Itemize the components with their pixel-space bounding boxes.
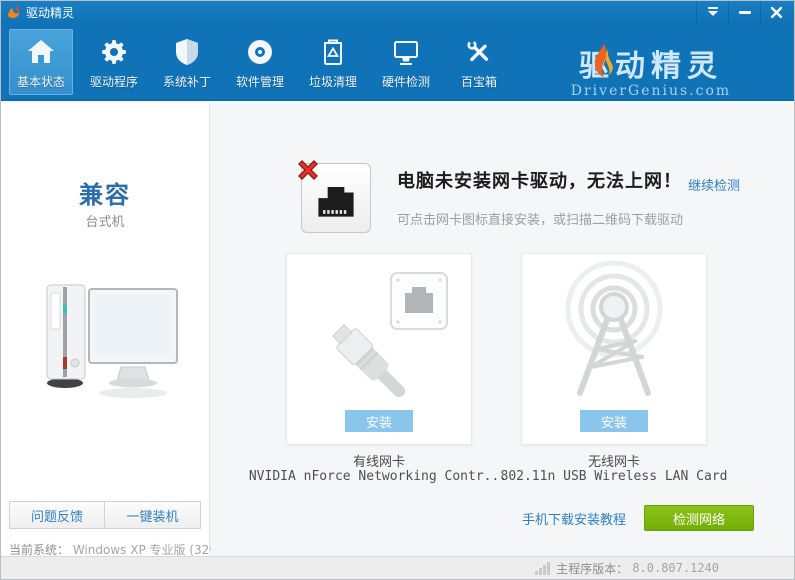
window-title: 驱动精灵 (26, 4, 74, 21)
compat-status: 兼容 (1, 175, 209, 210)
wireless-card-device: 802.11n USB Wireless LAN Card (461, 469, 767, 484)
statusbar: 主程序版本： 8.0.807.1240 (1, 556, 794, 579)
wired-network-card[interactable]: 安装 (286, 253, 472, 445)
tutorial-link[interactable]: 手机下载安装教程 (522, 509, 626, 528)
brand-flame-icon (590, 43, 618, 79)
shield-icon (170, 35, 204, 69)
tab-label: 驱动程序 (90, 73, 138, 90)
recycle-bin-icon (316, 35, 350, 69)
brand-logo: 驱动精灵 DriverGenius.com (556, 51, 746, 99)
tab-drivers[interactable]: 驱动程序 (82, 29, 146, 95)
chevron-down-icon (707, 7, 719, 17)
monitor-icon (389, 35, 423, 69)
alert-subtitle: 可点击网卡图标直接安装，或扫描二维码下载驱动 (397, 209, 683, 228)
tab-hardware-detect[interactable]: 硬件检测 (374, 29, 438, 95)
sidebar-buttons: 问题反馈 一键装机 (9, 501, 201, 529)
tab-junk-cleanup[interactable]: 垃圾清理 (301, 29, 365, 95)
desktop-computer-image (23, 271, 188, 406)
version-value: 8.0.807.1240 (632, 561, 719, 575)
menu-chevron-button[interactable] (696, 1, 728, 23)
app-logo-flame-icon (6, 4, 22, 20)
version-label: 主程序版本： (556, 560, 628, 577)
brand-name: 驱动精灵 (556, 51, 746, 83)
window-controls (696, 1, 792, 23)
install-wired-button[interactable]: 安装 (345, 410, 413, 432)
tab-software-manager[interactable]: 软件管理 (228, 29, 292, 95)
install-wireless-button[interactable]: 安装 (580, 410, 648, 432)
tab-label: 百宝箱 (461, 73, 497, 90)
tab-label: 基本状态 (17, 73, 65, 90)
network-error-icon (301, 163, 371, 233)
wireless-card-type: 无线网卡 (494, 451, 734, 470)
tab-label: 软件管理 (236, 73, 284, 90)
gear-icon (97, 35, 131, 69)
titlebar: 驱动精灵 (1, 1, 794, 23)
navbar: 基本状态 驱动程序 (1, 23, 794, 101)
tab-toolbox[interactable]: 百宝箱 (447, 29, 511, 95)
close-icon (771, 7, 782, 18)
minimize-button[interactable] (728, 1, 760, 23)
tab-basic-status[interactable]: 基本状态 (9, 29, 73, 95)
app-window: 驱动精灵 (0, 0, 795, 580)
ethernet-plug-image (287, 256, 471, 406)
tab-label: 硬件检测 (382, 73, 430, 90)
wired-card-type: 有线网卡 (259, 451, 499, 470)
continue-detect-link[interactable]: 继续检测 (688, 175, 740, 194)
system-label: 当前系统： (9, 543, 69, 557)
main-panel: 电脑未安装网卡驱动，无法上网！ 继续检测 可点击网卡图标直接安装，或扫描二维码下… (211, 103, 794, 556)
brand-site: DriverGenius.com (556, 83, 746, 99)
home-icon (24, 35, 58, 69)
error-x-icon (293, 155, 323, 185)
disc-icon (243, 35, 277, 69)
tools-icon (462, 35, 496, 69)
signal-bars-icon (535, 562, 550, 575)
feedback-button[interactable]: 问题反馈 (9, 501, 105, 529)
system-value: Windows XP 专业版 (32位) (73, 543, 226, 557)
tab-system-patches[interactable]: 系统补丁 (155, 29, 219, 95)
wireless-network-card[interactable]: 安装 (521, 253, 707, 445)
tab-label: 垃圾清理 (309, 73, 357, 90)
sidebar: 兼容 台式机 问题反馈 一键装机 当前系统： Windows XP 专业版 (3… (1, 103, 210, 556)
antenna-tower-image (522, 256, 706, 406)
detect-network-button[interactable]: 检测网络 (644, 505, 754, 531)
minimize-icon (739, 11, 751, 14)
main-footer: 手机下载安装教程 检测网络 (522, 505, 754, 531)
nav-tabs: 基本状态 驱动程序 (9, 29, 511, 95)
alert-title: 电脑未安装网卡驱动，无法上网！ (397, 167, 682, 193)
device-type: 台式机 (1, 211, 209, 230)
one-click-setup-button[interactable]: 一键装机 (105, 501, 201, 529)
tab-label: 系统补丁 (163, 73, 211, 90)
close-button[interactable] (760, 1, 792, 23)
